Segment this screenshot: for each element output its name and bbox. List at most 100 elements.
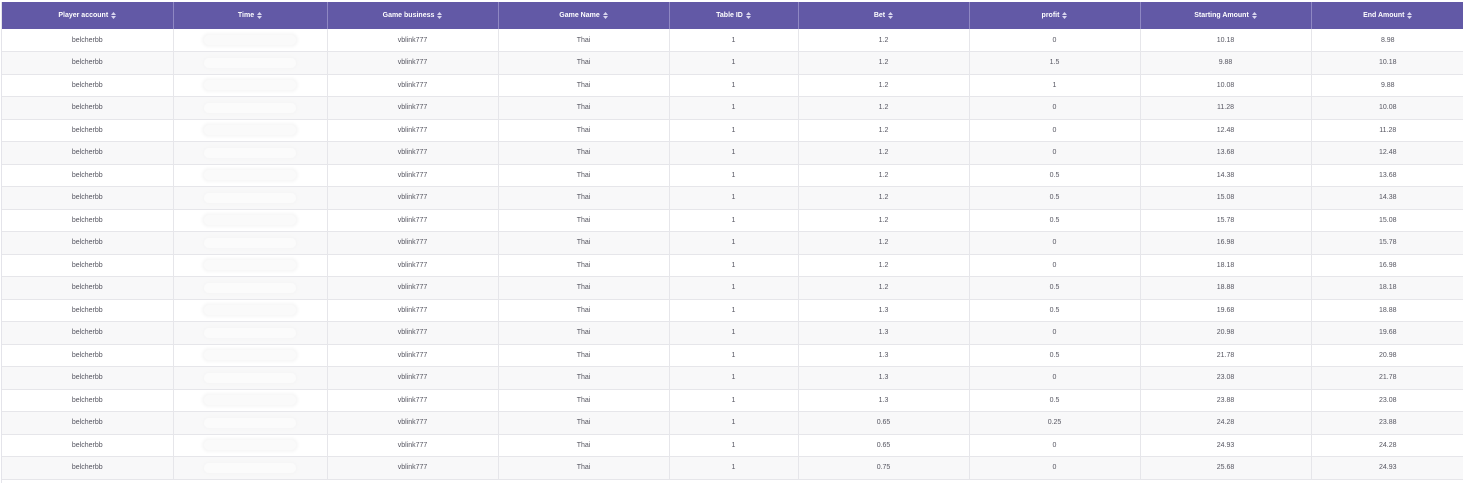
cell-player-account: belcherbb xyxy=(2,299,174,322)
sort-icon[interactable] xyxy=(257,11,263,20)
game-records-table-container: Player account Time Game business Game Name… xyxy=(1,2,1463,483)
cell-time xyxy=(173,51,328,75)
sort-icon[interactable] xyxy=(1251,11,1257,20)
table-row: belcherbb vblink777 Thai 1 1.2 1.5 9.88 10.18 xyxy=(2,51,1463,75)
cell-starting-amount: 23.08 xyxy=(1140,366,1312,390)
cell-time xyxy=(173,411,328,435)
cell-game-name: Thai xyxy=(498,141,670,165)
cell-profit: 0.5 xyxy=(969,344,1141,367)
cell-table-id: 1 xyxy=(669,456,799,480)
redacted-time-value xyxy=(204,215,296,226)
cell-end-amount: 23.08 xyxy=(1311,389,1463,412)
cell-table-id: 1 xyxy=(669,299,799,322)
cell-bet: 1.2 xyxy=(798,74,970,97)
cell-profit: 0 xyxy=(969,119,1141,142)
cell-game-name: Thai xyxy=(498,231,670,255)
redacted-time-value xyxy=(204,57,296,68)
cell-bet: 1.2 xyxy=(798,254,970,277)
table-row: belcherbb vblink777 Thai 1 1.2 0 11.28 10.08 xyxy=(2,96,1463,120)
column-header-starting-amount[interactable]: Starting Amount xyxy=(1140,2,1312,29)
cell-player-account: belcherbb xyxy=(2,276,174,300)
cell-player-account: belcherbb xyxy=(2,186,174,210)
cell-time xyxy=(173,366,328,390)
sort-icon[interactable] xyxy=(437,11,443,20)
column-header-table-id[interactable]: Table ID xyxy=(669,2,799,29)
cell-player-account: belcherbb xyxy=(2,209,174,232)
sort-icon[interactable] xyxy=(745,11,751,20)
cell-profit: 0.25 xyxy=(969,411,1141,435)
cell-time xyxy=(173,209,328,232)
cell-game-business: vblink777 xyxy=(327,366,499,390)
table-row: belcherbb vblink777 Thai 1 1.2 0.5 15.08 14.38 xyxy=(2,186,1463,210)
redacted-time-value xyxy=(204,372,296,383)
table-row: belcherbb vblink777 Thai 1 1.3 0.5 19.68 18.88 xyxy=(2,299,1463,322)
redacted-time-value xyxy=(204,395,296,406)
cell-starting-amount: 21.78 xyxy=(1140,344,1312,367)
cell-table-id: 1 xyxy=(669,209,799,232)
cell-bet: 1.2 xyxy=(798,231,970,255)
redacted-time-value xyxy=(204,462,296,473)
column-header-game-business[interactable]: Game business xyxy=(327,2,499,29)
cell-game-name: Thai xyxy=(498,51,670,75)
cell-profit: 0 xyxy=(969,231,1141,255)
cell-player-account: belcherbb xyxy=(2,231,174,255)
cell-time xyxy=(173,299,328,322)
cell-bet: 1.2 xyxy=(798,276,970,300)
cell-table-id: 1 xyxy=(669,344,799,367)
cell-game-business: vblink777 xyxy=(327,231,499,255)
column-header-label: Bet xyxy=(873,12,886,19)
cell-game-name: Thai xyxy=(498,276,670,300)
cell-game-name: Thai xyxy=(498,74,670,97)
cell-game-business: vblink777 xyxy=(327,254,499,277)
cell-game-name: Thai xyxy=(498,321,670,345)
cell-game-name: Thai xyxy=(498,164,670,187)
column-header-content: End Amount xyxy=(1363,11,1413,20)
table-row: belcherbb vblink777 Thai 1 1.3 0 20.98 19.68 xyxy=(2,321,1463,345)
cell-profit: 0 xyxy=(969,456,1141,480)
cell-game-name: Thai xyxy=(498,456,670,480)
cell-end-amount: 10.18 xyxy=(1311,51,1463,75)
cell-profit: 0.5 xyxy=(969,299,1141,322)
column-header-time[interactable]: Time xyxy=(173,2,328,29)
column-header-label: Game Name xyxy=(559,12,600,19)
column-header-player-account[interactable]: Player account xyxy=(2,2,174,29)
cell-bet: 0.75 xyxy=(798,456,970,480)
cell-table-id: 1 xyxy=(669,434,799,457)
cell-time xyxy=(173,141,328,165)
cell-game-name: Thai xyxy=(498,209,670,232)
cell-time xyxy=(173,119,328,142)
cell-bet: 1.2 xyxy=(798,51,970,75)
column-header-game-name[interactable]: Game Name xyxy=(498,2,670,29)
cell-end-amount: 8.98 xyxy=(1311,29,1463,52)
cell-game-business: vblink777 xyxy=(327,164,499,187)
table-row: belcherbb vblink777 Thai 1 1.2 0 18.18 16.98 xyxy=(2,254,1463,277)
table-row: belcherbb vblink777 Thai 1 1.2 0 10.18 8.98 xyxy=(2,29,1463,52)
redacted-time-value xyxy=(204,102,296,113)
redacted-time-value xyxy=(204,440,296,451)
redacted-time-value xyxy=(204,192,296,203)
cell-table-id: 1 xyxy=(669,231,799,255)
table-header: Player account Time Game business Game Name… xyxy=(2,2,1463,29)
sort-icon[interactable] xyxy=(1407,11,1413,20)
cell-end-amount: 15.78 xyxy=(1311,231,1463,255)
cell-time xyxy=(173,456,328,480)
header-row: Player account Time Game business Game Name… xyxy=(2,2,1463,29)
column-header-bet[interactable]: Bet xyxy=(798,2,970,29)
cell-starting-amount: 16.98 xyxy=(1140,231,1312,255)
cell-bet: 1.2 xyxy=(798,164,970,187)
cell-bet: 0.65 xyxy=(798,434,970,457)
sort-icon[interactable] xyxy=(888,11,894,20)
sort-icon[interactable] xyxy=(1062,11,1068,20)
table-row: belcherbb vblink777 Thai 1 0.65 0 24.93 24.28 xyxy=(2,434,1463,457)
sort-icon[interactable] xyxy=(602,11,608,20)
cell-time xyxy=(173,434,328,457)
cell-starting-amount: 14.38 xyxy=(1140,164,1312,187)
column-header-profit[interactable]: profit xyxy=(969,2,1141,29)
column-header-end-amount[interactable]: End Amount xyxy=(1311,2,1463,29)
cell-bet: 1.3 xyxy=(798,321,970,345)
column-header-label: Table ID xyxy=(716,12,743,19)
sort-icon[interactable] xyxy=(111,11,117,20)
table-row: belcherbb vblink777 Thai 1 1.2 0.5 15.78 15.08 xyxy=(2,209,1463,232)
cell-time xyxy=(173,389,328,412)
cell-game-name: Thai xyxy=(498,434,670,457)
